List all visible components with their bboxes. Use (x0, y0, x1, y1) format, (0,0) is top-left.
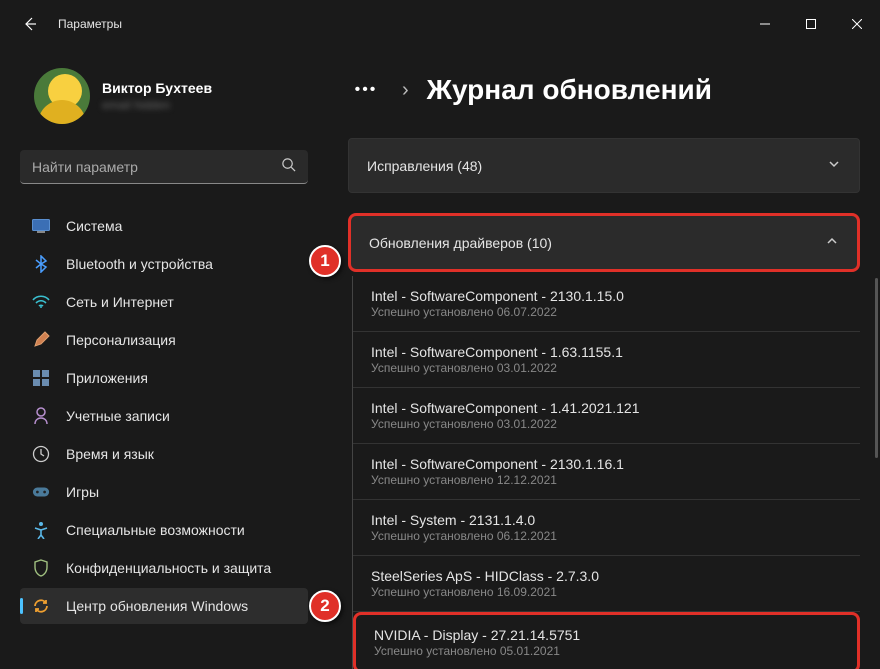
sidebar-item-label: Сеть и Интернет (66, 294, 174, 310)
update-title: NVIDIA - Display - 27.21.14.5751 (374, 627, 839, 643)
update-title: SteelSeries ApS - HIDClass - 2.7.3.0 (371, 568, 842, 584)
chevron-right-icon: › (402, 79, 409, 102)
sidebar-item-label: Bluetooth и устройства (66, 256, 213, 272)
sidebar-item-label: Центр обновления Windows (66, 598, 248, 614)
update-item[interactable]: Intel - SoftwareComponent - 2130.1.15.0 … (353, 276, 860, 332)
sidebar-item-gaming[interactable]: Игры (20, 474, 308, 510)
shield-icon (32, 559, 50, 577)
sidebar-item-label: Конфиденциальность и защита (66, 560, 271, 576)
accessibility-icon (32, 521, 50, 539)
search-icon (281, 157, 296, 177)
profile-name: Виктор Бухтеев (102, 80, 212, 96)
close-button[interactable] (834, 8, 880, 41)
brush-icon (32, 331, 50, 349)
sidebar-item-label: Игры (66, 484, 99, 500)
profile-block[interactable]: Виктор Бухтеев email hidden (20, 68, 308, 124)
breadcrumb: ••• › Журнал обновлений (348, 72, 860, 108)
chevron-up-icon (825, 234, 839, 251)
update-item[interactable]: Intel - System - 2131.1.4.0 Успешно уста… (353, 500, 860, 556)
update-title: Intel - SoftwareComponent - 1.63.1155.1 (371, 344, 842, 360)
sidebar-item-label: Приложения (66, 370, 148, 386)
update-item[interactable]: SteelSeries ApS - HIDClass - 2.7.3.0 Усп… (353, 556, 860, 612)
update-title: Intel - SoftwareComponent - 2130.1.16.1 (371, 456, 842, 472)
sidebar-item-label: Персонализация (66, 332, 176, 348)
sidebar-item-system[interactable]: Система (20, 208, 308, 244)
sidebar-item-apps[interactable]: Приложения (20, 360, 308, 396)
sidebar-item-label: Специальные возможности (66, 522, 245, 538)
section-driver-updates[interactable]: Обновления драйверов (10) (348, 213, 860, 272)
update-status: Успешно установлено 06.12.2021 (371, 529, 842, 543)
update-status: Успешно установлено 03.01.2022 (371, 361, 842, 375)
update-item-nvidia[interactable]: NVIDIA - Display - 27.21.14.5751 Успешно… (353, 612, 860, 669)
breadcrumb-ellipsis-button[interactable]: ••• (348, 72, 384, 108)
chevron-down-icon (827, 157, 841, 174)
sidebar-item-network[interactable]: Сеть и Интернет (20, 284, 308, 320)
wifi-icon (32, 293, 50, 311)
section-label: Обновления драйверов (10) (369, 235, 552, 251)
update-item[interactable]: Intel - SoftwareComponent - 2130.1.16.1 … (353, 444, 860, 500)
section-fixes[interactable]: Исправления (48) (348, 138, 860, 193)
display-icon (32, 217, 50, 235)
bluetooth-icon (32, 255, 50, 273)
sidebar-item-accounts[interactable]: Учетные записи (20, 398, 308, 434)
window-controls (742, 8, 880, 41)
minimize-button[interactable] (742, 8, 788, 41)
annotation-marker-1: 1 (309, 245, 341, 277)
titlebar: Параметры (0, 0, 880, 48)
update-status: Успешно установлено 05.01.2021 (374, 644, 839, 658)
sidebar-item-bluetooth[interactable]: Bluetooth и устройства (20, 246, 308, 282)
sidebar: Виктор Бухтеев email hidden Система Blue… (0, 48, 320, 669)
nav-list: Система Bluetooth и устройства Сеть и Ин… (20, 208, 308, 624)
clock-globe-icon (32, 445, 50, 463)
main-panel: ••• › Журнал обновлений Исправления (48)… (320, 48, 880, 669)
person-icon (32, 407, 50, 425)
update-title: Intel - SoftwareComponent - 1.41.2021.12… (371, 400, 842, 416)
gamepad-icon (32, 483, 50, 501)
avatar (34, 68, 90, 124)
back-button[interactable] (20, 14, 40, 34)
search-input[interactable] (32, 159, 281, 175)
sidebar-item-personalization[interactable]: Персонализация (20, 322, 308, 358)
update-status: Успешно установлено 03.01.2022 (371, 417, 842, 431)
update-status: Успешно установлено 12.12.2021 (371, 473, 842, 487)
driver-updates-list: Intel - SoftwareComponent - 2130.1.15.0 … (352, 276, 860, 669)
app-title: Параметры (58, 17, 122, 31)
update-status: Успешно установлено 16.09.2021 (371, 585, 842, 599)
sidebar-item-windows-update[interactable]: Центр обновления Windows (20, 588, 308, 624)
update-status: Успешно установлено 06.07.2022 (371, 305, 842, 319)
sidebar-item-time-language[interactable]: Время и язык (20, 436, 308, 472)
search-box[interactable] (20, 150, 308, 184)
update-title: Intel - SoftwareComponent - 2130.1.15.0 (371, 288, 842, 304)
page-title: Журнал обновлений (427, 74, 712, 106)
apps-icon (32, 369, 50, 387)
sidebar-item-label: Система (66, 218, 122, 234)
update-icon (32, 597, 50, 615)
maximize-button[interactable] (788, 8, 834, 41)
sidebar-item-privacy[interactable]: Конфиденциальность и защита (20, 550, 308, 586)
section-label: Исправления (48) (367, 158, 482, 174)
update-item[interactable]: Intel - SoftwareComponent - 1.63.1155.1 … (353, 332, 860, 388)
profile-email: email hidden (102, 98, 212, 112)
sidebar-item-label: Время и язык (66, 446, 154, 462)
scrollbar[interactable] (875, 278, 878, 458)
annotation-marker-2: 2 (309, 590, 341, 622)
update-title: Intel - System - 2131.1.4.0 (371, 512, 842, 528)
update-item[interactable]: Intel - SoftwareComponent - 1.41.2021.12… (353, 388, 860, 444)
sidebar-item-accessibility[interactable]: Специальные возможности (20, 512, 308, 548)
sidebar-item-label: Учетные записи (66, 408, 170, 424)
